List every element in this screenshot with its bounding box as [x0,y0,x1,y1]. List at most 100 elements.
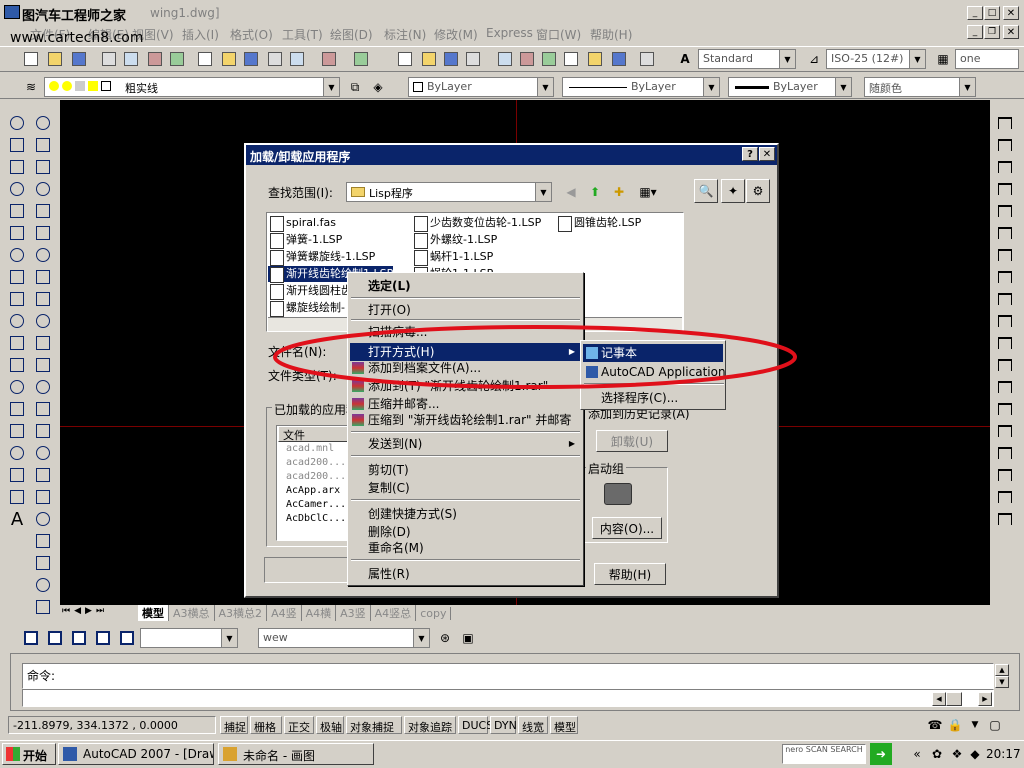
dimension-tool-2-icon[interactable] [994,156,1016,178]
help-button[interactable]: 帮助(H) [594,563,666,585]
draw-tool-1-3-icon[interactable] [32,178,54,200]
doc-minimize-button[interactable]: _ [967,25,983,39]
file-item[interactable]: 渐开线圆柱齿 [268,283,352,300]
view-select[interactable]: wew ▼ [258,628,430,648]
tools-icon[interactable]: ⚙ [746,179,770,203]
draw-tool-1-13-icon[interactable] [32,398,54,420]
loaded-file-row[interactable]: acad.mnl [286,443,334,454]
command-scroll-up[interactable]: ▲ [995,664,1009,676]
paste-icon[interactable] [240,48,262,70]
draw-tool-0-11-icon[interactable] [6,354,28,376]
zoom-window-icon[interactable] [440,48,462,70]
tab-3[interactable]: A4竖 [267,605,302,621]
tab-2[interactable]: A3横总2 [215,605,268,621]
task-paint[interactable]: 未命名 - 画图 [218,743,374,765]
draw-tool-1-22-icon[interactable] [32,596,54,618]
go-icon[interactable]: ➜ [870,743,892,765]
tab-5[interactable]: A3竖 [336,605,371,621]
make-current-layer-icon[interactable]: ⧉ [344,76,366,98]
draw-tool-1-6-icon[interactable] [32,244,54,266]
menu-item-10[interactable]: 窗口(W) [536,26,581,43]
next-tab-icon[interactable]: ▶ [85,606,92,619]
markup-icon[interactable] [584,48,606,70]
menu-item-11[interactable]: 帮助(H) [590,26,632,43]
draw-tool-0-6-icon[interactable] [6,244,28,266]
status-toggle-2[interactable]: 正交 [284,716,314,734]
doc-close-button[interactable]: ✕ [1003,25,1019,39]
dimension-tool-1-icon[interactable] [994,134,1016,156]
task-autocad[interactable]: AutoCAD 2007 - [Drawin... [58,743,214,765]
print-icon[interactable] [98,48,120,70]
dimension-tool-11-icon[interactable] [994,354,1016,376]
context-item-14[interactable]: 属性(R) [350,565,581,583]
properties-icon[interactable] [494,48,516,70]
status-toggle-1[interactable]: 栅格 [250,716,282,734]
loaded-file-row[interactable]: AcCamer... [286,499,346,510]
doc-restore-button[interactable]: ❐ [984,25,1000,39]
lookin-select[interactable]: Lisp程序 ▼ [346,182,552,202]
text-style-select[interactable]: Standard ▼ [698,49,796,69]
draw-tool-1-1-icon[interactable] [32,134,54,156]
draw-tool-1-17-icon[interactable] [32,486,54,508]
dimension-tool-13-icon[interactable] [994,398,1016,420]
draw-tool-0-17-icon[interactable] [6,486,28,508]
status-menu-icon[interactable]: ▼ [964,714,986,736]
tray-expand-icon[interactable]: « [906,743,928,765]
tab-7[interactable]: copy [416,607,452,620]
tray-app-icon-1[interactable]: ✿ [926,743,948,765]
layer-previous-icon[interactable]: ◈ [367,76,389,98]
context-item-1[interactable]: 打开(O) [350,301,581,319]
dimension-tool-6-icon[interactable] [994,244,1016,266]
minimize-button[interactable]: _ [967,6,983,20]
plotstyle-select[interactable]: 随颜色 ▼ [864,77,976,97]
scale-select[interactable]: ▼ [140,628,238,648]
tab-0[interactable]: 模型 [138,605,169,621]
draw-tool-0-1-icon[interactable] [6,134,28,156]
contents-button[interactable]: 内容(O)... [592,517,662,539]
sheetset-icon[interactable] [560,48,582,70]
find-icon[interactable]: 🔍 [694,179,718,203]
pan-icon[interactable] [394,48,416,70]
designcenter-icon[interactable] [516,48,538,70]
file-item[interactable]: 蜗杆1-1.LSP [412,249,493,266]
first-tab-icon[interactable]: ⏮ [62,606,70,619]
draw-tool-1-9-icon[interactable] [32,310,54,332]
zoom-previous-icon[interactable] [462,48,484,70]
dimension-tool-9-icon[interactable] [994,310,1016,332]
zoom-realtime-icon[interactable] [418,48,440,70]
context-item-9[interactable]: 剪切(T) [350,461,581,479]
dimension-tool-7-icon[interactable] [994,266,1016,288]
start-button[interactable]: 开始 [2,743,56,765]
draw-tool-1-19-icon[interactable] [32,530,54,552]
tray-app-icon-3[interactable]: ◆ [964,743,986,765]
command-history[interactable] [22,689,994,707]
new-folder-icon[interactable]: ✚ [608,181,630,203]
dimension-tool-8-icon[interactable] [994,288,1016,310]
context-item-7[interactable]: 压缩到 "渐开线齿轮绘制1.rar" 并邮寄 [350,411,581,429]
draw-tool-0-0-icon[interactable] [6,112,28,134]
command-scroll-thumb[interactable] [946,692,962,706]
status-toggle-0[interactable]: 捕捉 [220,716,248,734]
status-toggle-7[interactable]: DYN [490,716,517,734]
file-item[interactable]: 圆锥齿轮.LSP [556,215,641,232]
menu-item-4[interactable]: 格式(O) [230,26,273,43]
dialog-help-button[interactable]: ? [742,147,758,161]
draw-tool-1-21-icon[interactable] [32,574,54,596]
tab-4[interactable]: A4横 [302,605,337,621]
dimension-tool-18-icon[interactable] [994,508,1016,530]
draw-tool-1-4-icon[interactable] [32,200,54,222]
status-toggle-8[interactable]: 线宽 [518,716,548,734]
views-menu-icon[interactable]: ▦▾ [634,181,662,203]
draw-tool-1-16-icon[interactable] [32,464,54,486]
status-toggle-3[interactable]: 极轴 [316,716,344,734]
loaded-file-row[interactable]: AcApp.arx [286,485,340,496]
up-folder-icon[interactable]: ⬆ [584,181,606,203]
draw-tool-0-9-icon[interactable] [6,310,28,332]
clean-screen-icon[interactable]: ▢ [984,714,1006,736]
calculator-icon[interactable] [608,48,630,70]
draw-tool-0-7-icon[interactable] [6,266,28,288]
status-toggle-5[interactable]: 对象追踪 [404,716,456,734]
draw-tool-1-12-icon[interactable] [32,376,54,398]
dimension-tool-15-icon[interactable] [994,442,1016,464]
tab-1[interactable]: A3横总 [169,605,215,621]
